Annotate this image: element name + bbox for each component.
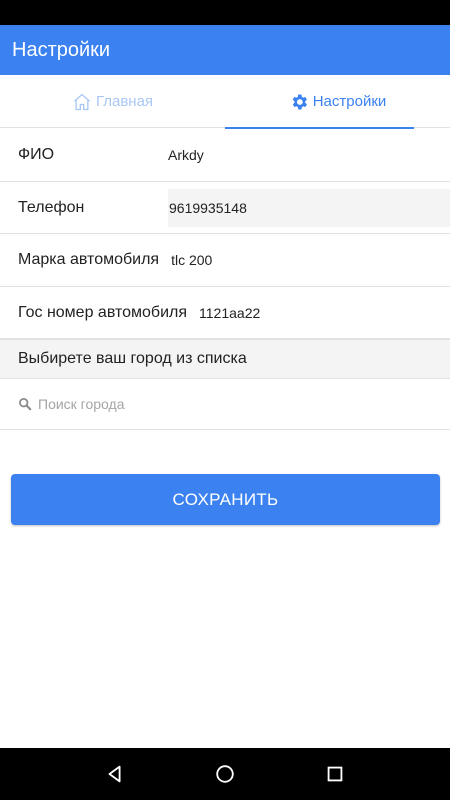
plate-field[interactable]: 1121aa22 bbox=[199, 305, 260, 321]
back-button[interactable] bbox=[95, 754, 135, 794]
city-search-bar[interactable] bbox=[0, 379, 450, 430]
tab-bar: Главная Настройки bbox=[0, 75, 450, 129]
car-brand-field[interactable]: tlc 200 bbox=[171, 252, 212, 268]
fio-field[interactable]: Arkdy bbox=[168, 147, 204, 163]
tab-home-label: Главная bbox=[95, 93, 154, 110]
status-bar bbox=[0, 0, 450, 25]
search-icon bbox=[18, 397, 32, 411]
recents-icon bbox=[324, 763, 346, 785]
phone-field[interactable]: 9619935148 bbox=[168, 189, 450, 227]
plate-label: Гос номер автомобиля bbox=[18, 303, 188, 321]
car-brand-label: Марка автомобиля bbox=[18, 251, 160, 268]
phone-label: Телефон bbox=[18, 198, 85, 216]
phone-value: 9619935148 bbox=[169, 200, 247, 216]
recents-button[interactable] bbox=[315, 754, 355, 794]
plate-row: Гос номер автомобиля 1121aa22 bbox=[0, 287, 450, 339]
home-button[interactable] bbox=[205, 754, 245, 794]
fio-row: ФИО Arkdy bbox=[0, 129, 450, 182]
back-icon bbox=[104, 763, 126, 785]
fio-label: ФИО bbox=[18, 146, 55, 163]
city-search-input[interactable] bbox=[38, 396, 418, 412]
page-title: Настройки bbox=[12, 38, 111, 61]
save-button[interactable]: СОХРАНИТЬ bbox=[11, 474, 440, 525]
gear-icon bbox=[289, 92, 309, 112]
home-circle-icon bbox=[214, 763, 236, 785]
system-nav-bar bbox=[0, 748, 450, 800]
tab-settings[interactable]: Настройки bbox=[225, 75, 450, 129]
tab-settings-label: Настройки bbox=[312, 93, 387, 110]
city-section-header: Выбирете ваш город из списка bbox=[0, 339, 450, 379]
car-brand-row: Марка автомобиля tlc 200 bbox=[0, 234, 450, 287]
app-bar: Настройки bbox=[0, 25, 450, 75]
phone-row: Телефон 9619935148 bbox=[0, 182, 450, 234]
home-icon bbox=[72, 92, 92, 112]
tab-home[interactable]: Главная bbox=[0, 75, 225, 128]
